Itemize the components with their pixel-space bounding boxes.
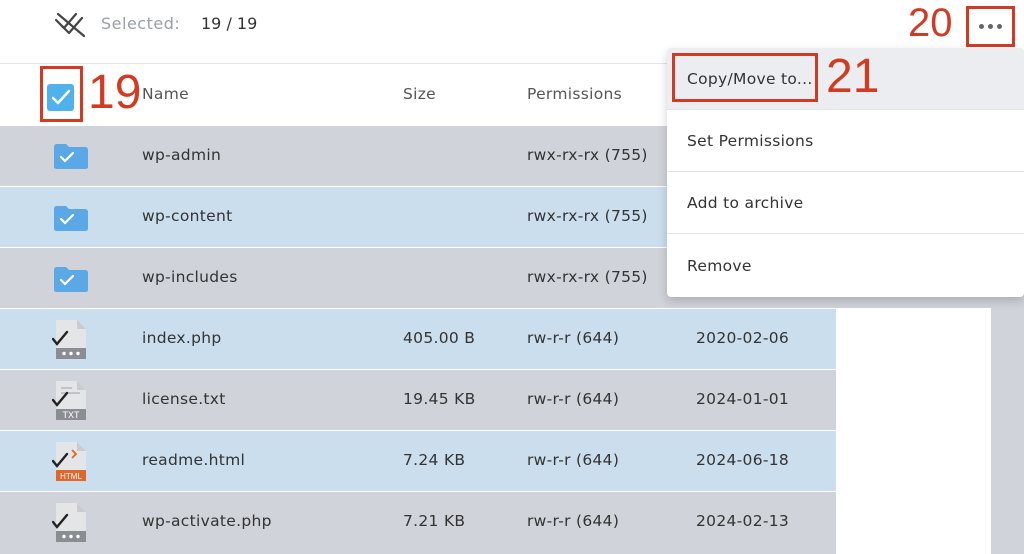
file-permissions: rw-r-r (644) [527, 390, 620, 408]
file-generic-icon [51, 502, 88, 548]
file-txt-icon: TXT [51, 380, 88, 426]
scrollbar-track[interactable] [991, 308, 1024, 554]
file-size: 19.45 KB [403, 390, 476, 408]
file-permissions: rw-r-r (644) [527, 451, 620, 469]
file-date: 2024-01-01 [696, 390, 790, 408]
file-permissions: rwx-rx-rx (755) [527, 146, 648, 164]
highlight-copy-move [672, 53, 818, 102]
column-header-size[interactable]: Size [403, 85, 436, 103]
file-size: 7.21 KB [403, 512, 466, 530]
folder-icon [53, 266, 89, 297]
svg-text:HTML: HTML [60, 472, 82, 481]
file-name: wp-activate.php [142, 512, 272, 530]
menu-item-remove[interactable]: Remove [667, 235, 1024, 297]
column-header-name[interactable]: Name [142, 85, 189, 103]
file-name: readme.html [142, 451, 246, 469]
file-name: index.php [142, 329, 222, 347]
file-size: 7.24 KB [403, 451, 466, 469]
annotation-select-all: 19 [88, 66, 142, 119]
menu-item-label: Add to archive [687, 194, 804, 212]
svg-text:TXT: TXT [63, 410, 81, 420]
file-date: 2024-06-18 [696, 451, 790, 469]
file-date: 2020-02-06 [696, 329, 790, 347]
deselect-all-icon[interactable] [52, 10, 88, 40]
file-permissions: rw-r-r (644) [527, 512, 620, 530]
folder-icon [53, 205, 89, 236]
column-header-permissions[interactable]: Permissions [527, 85, 622, 103]
file-name: license.txt [142, 390, 226, 408]
file-name: wp-includes [142, 268, 238, 286]
file-date: 2024-02-13 [696, 512, 790, 530]
menu-item-label: Remove [687, 257, 752, 275]
file-html-icon: HTML [51, 441, 88, 487]
highlight-select-all [40, 66, 83, 122]
highlight-more-button [966, 6, 1015, 47]
file-name: wp-admin [142, 146, 222, 164]
menu-item-label: Set Permissions [687, 132, 814, 150]
menu-item-set-permissions[interactable]: Set Permissions [667, 110, 1024, 172]
selected-count: 19 / 19 [201, 14, 258, 33]
annotation-more-menu: 20 [908, 1, 953, 45]
selected-label: Selected: [101, 14, 181, 33]
menu-item-add-to-archive[interactable]: Add to archive [667, 172, 1024, 234]
file-size: 405.00 B [403, 329, 476, 347]
file-permissions: rw-r-r (644) [527, 329, 620, 347]
file-permissions: rwx-rx-rx (755) [527, 207, 648, 225]
annotation-copy-move: 21 [826, 50, 880, 103]
file-permissions: rwx-rx-rx (755) [527, 268, 648, 286]
blank-panel [836, 308, 991, 554]
folder-icon [53, 143, 89, 174]
file-name: wp-content [142, 207, 233, 225]
file-generic-icon [51, 319, 88, 365]
